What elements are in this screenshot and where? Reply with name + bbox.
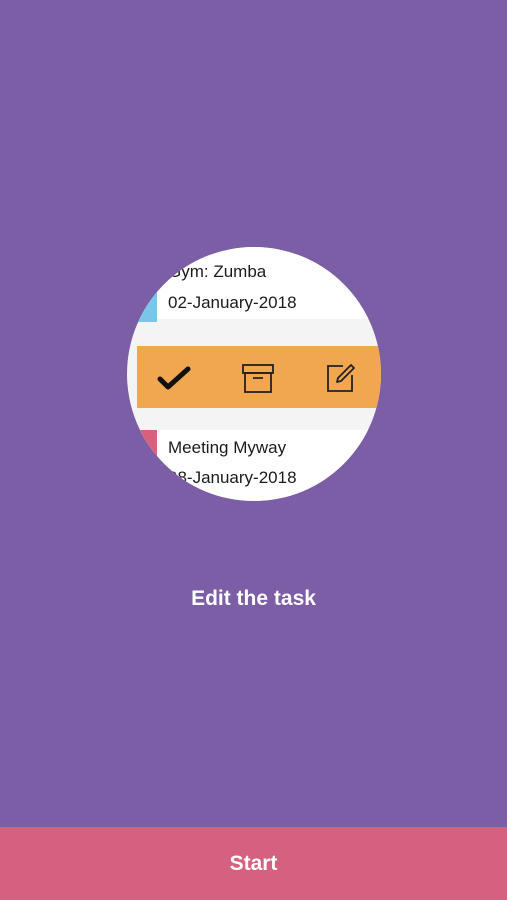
start-button[interactable]: Start — [0, 827, 507, 900]
edit-icon — [327, 364, 355, 392]
swipe-actions-illustration: Gym: Zumba 02-January-2018 Meeting Myway… — [127, 247, 381, 501]
onboarding-caption: Edit the task — [191, 587, 316, 610]
task-card: Meeting Myway 08-January-2018 — [127, 430, 381, 501]
task-title: Gym: Zumba — [168, 262, 267, 281]
onboarding-screen: Gym: Zumba 02-January-2018 Meeting Myway… — [0, 0, 507, 900]
task-color-tag — [127, 277, 157, 322]
task-date: 08-January-2018 — [168, 468, 297, 487]
task-action-bar — [137, 346, 381, 408]
task-card: Gym: Zumba 02-January-2018 — [127, 247, 381, 322]
checkmark-icon — [157, 366, 191, 390]
task-color-tag — [127, 430, 157, 470]
archive-icon — [242, 364, 274, 393]
task-date: 02-January-2018 — [168, 293, 297, 312]
task-title: Meeting Myway — [168, 438, 287, 457]
